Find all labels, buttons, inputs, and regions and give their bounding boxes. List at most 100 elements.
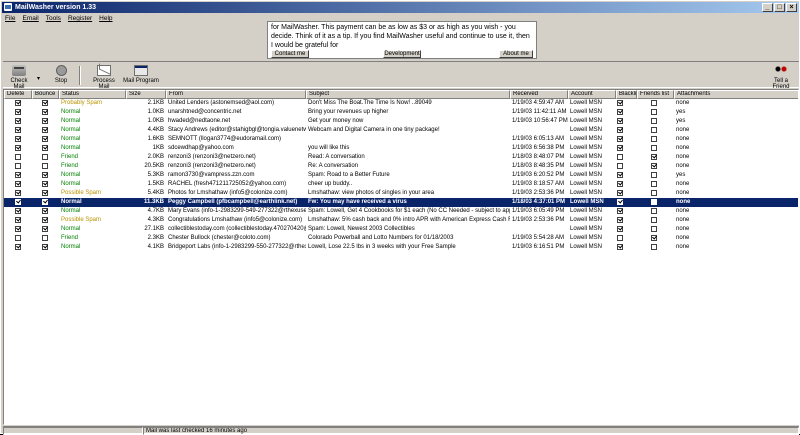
col-subject[interactable]: Subject xyxy=(306,90,510,99)
friends-list-checkbox[interactable] xyxy=(651,163,657,169)
blacklist-checkbox[interactable] xyxy=(617,181,623,187)
friends-list-checkbox[interactable] xyxy=(651,199,657,205)
blacklist-checkbox[interactable] xyxy=(617,208,623,214)
table-row[interactable]: Friend 2.3KB Chester Bullock (chester@colo… xyxy=(4,234,798,243)
delete-checkbox[interactable] xyxy=(15,199,21,205)
minimize-button[interactable]: _ xyxy=(762,3,773,12)
col-from[interactable]: From xyxy=(166,90,306,99)
tell-a-friend-button[interactable]: Tell a Friend xyxy=(765,65,797,90)
message-list[interactable]: Delete Bounce Status Size From Subject R… xyxy=(3,89,799,425)
blacklist-checkbox[interactable] xyxy=(617,100,623,106)
bounce-checkbox[interactable] xyxy=(42,109,48,115)
delete-checkbox[interactable] xyxy=(15,136,21,142)
table-row[interactable]: Friend 20.5KB renzoni3 (renzoni3@netzero.n… xyxy=(4,162,798,171)
table-row[interactable]: Normal 11.3KB Peggy Campbell (pfbcampbell@… xyxy=(4,198,798,207)
blacklist-checkbox[interactable] xyxy=(617,136,623,142)
table-row[interactable]: Friend 2.0KB renzoni3 (renzoni3@netzero.ne… xyxy=(4,153,798,162)
table-row[interactable]: Normal 4.1KB Bridgeport Labs (info-1-29832… xyxy=(4,243,798,252)
bounce-checkbox[interactable] xyxy=(42,127,48,133)
menu-email[interactable]: Email xyxy=(22,14,38,23)
menu-file[interactable]: File xyxy=(5,14,15,23)
dropdown-arrow-icon[interactable]: ▾ xyxy=(37,75,40,82)
friends-list-checkbox[interactable] xyxy=(651,226,657,232)
friends-list-checkbox[interactable] xyxy=(651,235,657,241)
blacklist-checkbox[interactable] xyxy=(617,163,623,169)
bounce-checkbox[interactable] xyxy=(42,145,48,151)
table-row[interactable]: Normal 1.6KB SEMNOTT (llogan3774@eudoramai… xyxy=(4,135,798,144)
delete-checkbox[interactable] xyxy=(15,190,21,196)
table-row[interactable]: Probably Spam 2.1KB United Lenders (astone… xyxy=(4,99,798,108)
friends-list-checkbox[interactable] xyxy=(651,109,657,115)
bounce-checkbox[interactable] xyxy=(42,118,48,124)
bounce-checkbox[interactable] xyxy=(42,226,48,232)
blacklist-checkbox[interactable] xyxy=(617,199,623,205)
col-account[interactable]: Account xyxy=(568,90,616,99)
blacklist-checkbox[interactable] xyxy=(617,226,623,232)
col-received[interactable]: Received xyxy=(510,90,568,99)
blacklist-checkbox[interactable] xyxy=(617,109,623,115)
delete-checkbox[interactable] xyxy=(15,154,21,160)
blacklist-checkbox[interactable] xyxy=(617,172,623,178)
process-mail-button[interactable]: Process Mail xyxy=(87,65,121,90)
blacklist-checkbox[interactable] xyxy=(617,217,623,223)
friends-list-checkbox[interactable] xyxy=(651,100,657,106)
delete-checkbox[interactable] xyxy=(15,127,21,133)
friends-list-checkbox[interactable] xyxy=(651,244,657,250)
bounce-checkbox[interactable] xyxy=(42,136,48,142)
friends-list-checkbox[interactable] xyxy=(651,181,657,187)
friends-list-checkbox[interactable] xyxy=(651,118,657,124)
col-friends-list[interactable]: Friends list xyxy=(637,90,674,99)
delete-checkbox[interactable] xyxy=(15,163,21,169)
friends-list-checkbox[interactable] xyxy=(651,145,657,151)
table-row[interactable]: Normal 1.0KB unarshtned@concentric.net Brin… xyxy=(4,108,798,117)
blacklist-checkbox[interactable] xyxy=(617,190,623,196)
blacklist-checkbox[interactable] xyxy=(617,154,623,160)
col-status[interactable]: Status xyxy=(59,90,126,99)
delete-checkbox[interactable] xyxy=(15,109,21,115)
menu-tools[interactable]: Tools xyxy=(46,14,61,23)
col-delete[interactable]: Delete xyxy=(4,90,32,99)
col-bounce[interactable]: Bounce xyxy=(32,90,59,99)
blacklist-checkbox[interactable] xyxy=(617,244,623,250)
table-row[interactable]: Possible Spam 5.4KB Photos for Lmshathaw (… xyxy=(4,189,798,198)
table-row[interactable]: Normal 4.4KB Stacy Andrews (editor@stahigb… xyxy=(4,126,798,135)
menu-register[interactable]: Register xyxy=(68,14,92,23)
delete-checkbox[interactable] xyxy=(15,145,21,151)
bounce-checkbox[interactable] xyxy=(42,163,48,169)
table-row[interactable]: Normal 1.5KB RACHEL (fresh471211725052@yah… xyxy=(4,180,798,189)
col-blacklist[interactable]: Blacklist xyxy=(616,90,637,99)
bounce-checkbox[interactable] xyxy=(42,100,48,106)
stop-button[interactable]: Stop xyxy=(51,65,71,84)
table-row[interactable]: Normal 1.0KB hwaded@nedtaone.net Get your m… xyxy=(4,117,798,126)
friends-list-checkbox[interactable] xyxy=(651,208,657,214)
table-row[interactable]: Normal 27.1KB collectiblestoday.com (colle… xyxy=(4,225,798,234)
bounce-checkbox[interactable] xyxy=(42,208,48,214)
bounce-checkbox[interactable] xyxy=(42,172,48,178)
delete-checkbox[interactable] xyxy=(15,181,21,187)
friends-list-checkbox[interactable] xyxy=(651,154,657,160)
table-row[interactable]: Possible Spam 4.3KB Congratulations Lmshat… xyxy=(4,216,798,225)
friends-list-checkbox[interactable] xyxy=(651,136,657,142)
mail-program-button[interactable]: Mail Program xyxy=(123,65,159,84)
table-row[interactable]: Normal 5.3KB ramon3730@vampress.zzn.com Spa… xyxy=(4,171,798,180)
menu-help[interactable]: Help xyxy=(99,14,112,23)
bounce-checkbox[interactable] xyxy=(42,244,48,250)
blacklist-checkbox[interactable] xyxy=(617,145,623,151)
delete-checkbox[interactable] xyxy=(15,172,21,178)
bounce-checkbox[interactable] xyxy=(42,190,48,196)
bounce-checkbox[interactable] xyxy=(42,199,48,205)
table-row[interactable]: Normal 1KB sdcewdhap@yahoo.com you will lik… xyxy=(4,144,798,153)
title-bar[interactable]: MailWasher version 1.33 _ □ × xyxy=(2,2,799,13)
col-size[interactable]: Size xyxy=(126,90,166,99)
bounce-checkbox[interactable] xyxy=(42,154,48,160)
blacklist-checkbox[interactable] xyxy=(617,118,623,124)
friends-list-checkbox[interactable] xyxy=(651,127,657,133)
delete-checkbox[interactable] xyxy=(15,208,21,214)
friends-list-checkbox[interactable] xyxy=(651,190,657,196)
close-button[interactable]: × xyxy=(786,3,797,12)
delete-checkbox[interactable] xyxy=(15,118,21,124)
delete-checkbox[interactable] xyxy=(15,100,21,106)
friends-list-checkbox[interactable] xyxy=(651,217,657,223)
col-attachments[interactable]: Attachments xyxy=(674,90,798,99)
development-button[interactable]: Development xyxy=(383,50,421,58)
